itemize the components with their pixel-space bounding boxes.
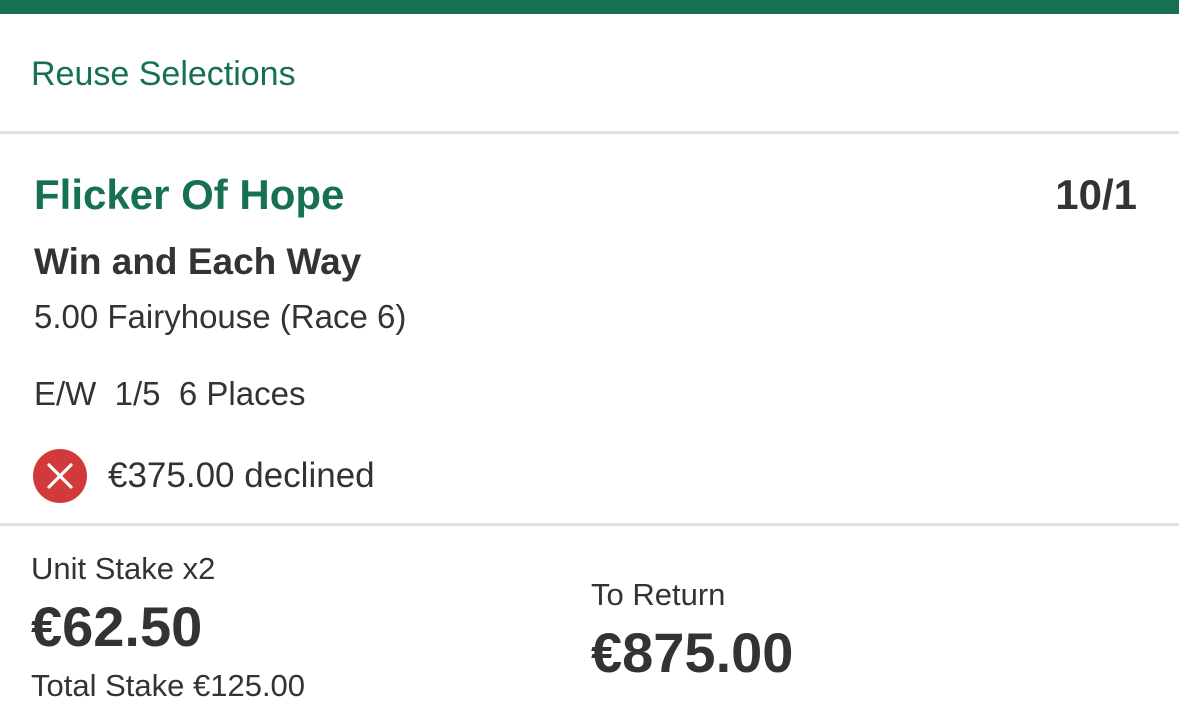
close-x-icon — [33, 449, 87, 503]
each-way-terms: E/W 1/5 6 Places — [34, 375, 306, 412]
selection-name: Flicker Of Hope — [34, 171, 345, 218]
total-stake: Total Stake €125.00 — [31, 668, 306, 703]
decline-message: €375.00 declined — [108, 456, 375, 495]
market-name: Win and Each Way — [34, 241, 362, 282]
top-accent-bar — [0, 0, 1179, 14]
unit-stake-value: €62.50 — [31, 595, 203, 658]
stake-summary: Unit Stake x2 €62.50 Total Stake €125.00… — [0, 526, 1179, 728]
unit-stake-label: Unit Stake x2 — [31, 551, 216, 586]
reuse-selections-link[interactable]: Reuse Selections — [31, 54, 296, 94]
bet-selection-card: Flicker Of Hope 10/1 Win and Each Way 5.… — [0, 134, 1179, 526]
to-return-value: €875.00 — [591, 621, 794, 684]
selection-odds: 10/1 — [1055, 171, 1137, 218]
to-return-label: To Return — [591, 577, 726, 612]
event-name: 5.00 Fairyhouse (Race 6) — [34, 298, 407, 335]
decline-status: €375.00 declined — [33, 449, 375, 503]
reuse-selections-row: Reuse Selections — [0, 14, 1179, 134]
